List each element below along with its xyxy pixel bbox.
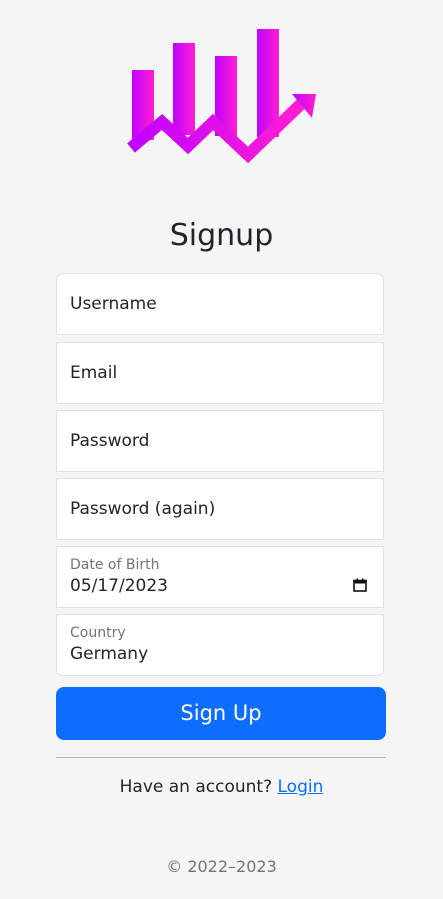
have-account-text: Have an account? <box>119 777 273 797</box>
password-again-placeholder: Password (again) <box>70 499 216 519</box>
password-again-field[interactable]: Password (again) <box>56 478 384 540</box>
password-field[interactable]: Password <box>56 410 384 472</box>
country-value: Germany <box>70 644 149 664</box>
date-of-birth-field[interactable]: Date of Birth 05/17/2023 <box>56 546 384 608</box>
date-of-birth-value: 05/17/2023 <box>70 576 168 596</box>
bar-chart-growth-icon <box>127 29 316 164</box>
copyright: © 2022–2023 <box>166 857 277 876</box>
country-select[interactable]: Country Germany <box>56 614 384 676</box>
calendar-icon[interactable] <box>353 578 367 592</box>
divider <box>56 757 386 758</box>
date-of-birth-label: Date of Birth <box>70 557 160 573</box>
country-label: Country <box>70 625 126 641</box>
login-link[interactable]: Login <box>278 777 324 797</box>
password-placeholder: Password <box>70 431 150 451</box>
username-placeholder: Username <box>70 294 157 314</box>
page-title: Signup <box>169 218 274 253</box>
email-field[interactable]: Email <box>56 342 384 404</box>
username-field[interactable]: Username <box>56 273 384 335</box>
have-account-row: Have an account? Login <box>0 777 443 797</box>
email-placeholder: Email <box>70 363 118 383</box>
sign-up-button[interactable]: Sign Up <box>56 687 386 740</box>
